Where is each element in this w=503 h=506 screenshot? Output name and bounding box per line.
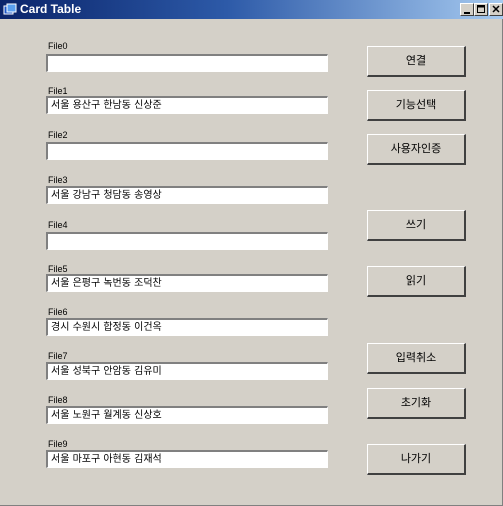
file6-input[interactable]: 경시 수원시 합정동 이건옥 [46, 318, 328, 336]
exit-button[interactable]: 나가기 [367, 444, 466, 475]
file1-input[interactable]: 서울 용산구 한남동 신상준 [46, 96, 328, 114]
file6-label: File6 [48, 307, 68, 317]
file9-label: File9 [48, 439, 68, 449]
file5-label: File5 [48, 264, 68, 274]
file3-label: File3 [48, 175, 68, 185]
write-button[interactable]: 쓰기 [367, 210, 466, 241]
file4-input[interactable] [46, 232, 328, 250]
file7-input[interactable]: 서울 성북구 안암동 김유미 [46, 362, 328, 380]
file0-label: File0 [48, 41, 68, 51]
connect-button[interactable]: 연결 [367, 46, 466, 77]
file5-input[interactable]: 서울 은평구 녹번동 조덕찬 [46, 274, 328, 292]
file8-label: File8 [48, 395, 68, 405]
file2-input[interactable] [46, 142, 328, 160]
card-table-window: Card Table File0 File1 서울 용산구 한남동 신상준 Fi… [0, 0, 503, 506]
select-function-button[interactable]: 기능선택 [367, 90, 466, 121]
file9-input[interactable]: 서울 마포구 아현동 김재석 [46, 450, 328, 468]
file4-label: File4 [48, 220, 68, 230]
app-icon [3, 3, 17, 16]
reset-button[interactable]: 초기화 [367, 388, 466, 419]
window-title: Card Table [20, 2, 82, 16]
file8-input[interactable]: 서울 노원구 월계동 신상호 [46, 406, 328, 424]
read-button[interactable]: 읽기 [367, 266, 466, 297]
title-bar[interactable]: Card Table [0, 0, 503, 19]
file2-label: File2 [48, 130, 68, 140]
close-button[interactable] [489, 3, 503, 16]
file0-input[interactable] [46, 54, 328, 72]
file3-input[interactable]: 서울 강남구 청담동 송영상 [46, 186, 328, 204]
user-auth-button[interactable]: 사용자인증 [367, 134, 466, 165]
file7-label: File7 [48, 351, 68, 361]
maximize-button[interactable] [474, 3, 488, 16]
minimize-button[interactable] [460, 3, 474, 16]
cancel-input-button[interactable]: 입력취소 [367, 343, 466, 374]
file1-label: File1 [48, 86, 68, 96]
